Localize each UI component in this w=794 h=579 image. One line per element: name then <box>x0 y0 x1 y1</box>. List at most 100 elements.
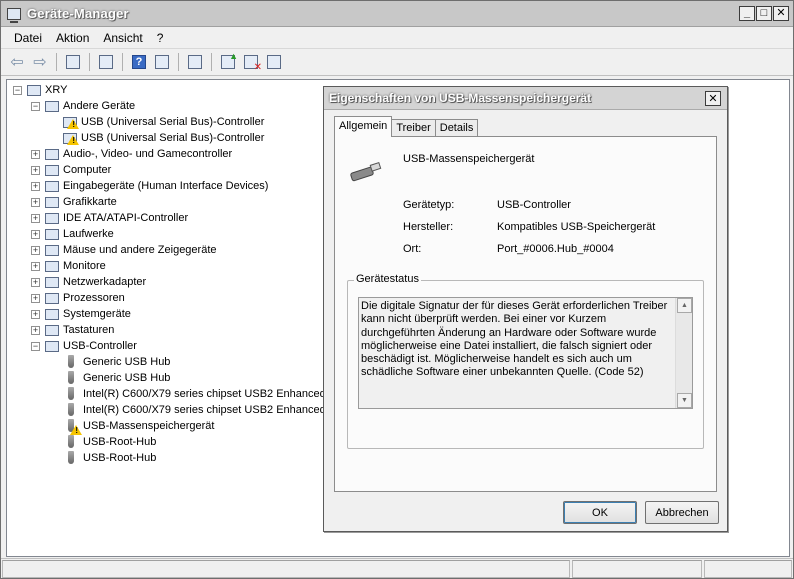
tree-node-label: XRY <box>45 84 68 96</box>
usb-plug-icon <box>63 451 79 465</box>
computer-icon <box>45 165 59 176</box>
status-panel <box>704 560 792 578</box>
expand-toggle[interactable]: + <box>31 261 40 271</box>
tab-details[interactable]: Details <box>434 119 479 137</box>
expand-toggle[interactable]: + <box>31 149 40 159</box>
ide-controller-icon <box>45 213 59 224</box>
usb-plug-icon <box>63 403 79 417</box>
uninstall-device-button[interactable] <box>241 52 262 73</box>
maximize-button[interactable]: □ <box>756 6 772 21</box>
device-name: USB-Massenspeichergerät <box>403 153 535 165</box>
tree-node-label: USB (Universal Serial Bus)-Controller <box>81 116 265 128</box>
menu-help[interactable]: ? <box>150 31 171 45</box>
collapse-toggle[interactable]: − <box>13 85 22 95</box>
device-status-text: Die digitale Signatur der für dieses Ger… <box>361 300 668 379</box>
dialog-title-bar[interactable]: Eigenschaften von USB-Massenspeichergerä… <box>324 87 727 110</box>
scroll-down-button[interactable]: ▼ <box>677 393 692 408</box>
other-devices-icon <box>45 101 59 112</box>
menu-ansicht[interactable]: Ansicht <box>96 31 149 45</box>
location-value: Port_#0006.Hub_#0004 <box>497 243 614 255</box>
computer-icon <box>27 85 41 96</box>
expand-toggle[interactable]: + <box>31 165 40 175</box>
properties-dialog: Eigenschaften von USB-Massenspeichergerä… <box>323 86 728 532</box>
close-button[interactable]: ✕ <box>773 6 789 21</box>
tree-node-label: Laufwerke <box>63 228 114 240</box>
action-pane-button[interactable] <box>152 52 172 72</box>
audio-icon <box>45 149 59 160</box>
tree-node-label: Mäuse und andere Zeigegeräte <box>63 244 217 256</box>
general-tab-page: USB-Massenspeichergerät Gerätetyp: USB-C… <box>334 136 717 492</box>
dialog-close-button[interactable]: ✕ <box>705 90 721 106</box>
properties-icon <box>99 55 113 69</box>
expand-toggle[interactable]: + <box>31 293 40 303</box>
tree-node-label: IDE ATA/ATAPI-Controller <box>63 212 189 224</box>
update-driver-button[interactable] <box>218 51 238 72</box>
menu-aktion[interactable]: Aktion <box>49 31 96 45</box>
usb-plug-icon <box>63 355 79 369</box>
usb-plug-icon <box>63 371 79 385</box>
back-button[interactable]: ⇦ <box>7 52 27 72</box>
menu-datei[interactable]: Datei <box>7 31 49 45</box>
tree-node-label: Andere Geräte <box>63 100 136 112</box>
hid-icon <box>45 181 59 192</box>
expand-toggle[interactable]: + <box>31 229 40 239</box>
scan-hardware-button[interactable] <box>185 52 205 72</box>
location-label: Ort: <box>403 243 422 255</box>
keyboard-icon <box>45 325 59 336</box>
tree-node-label: Computer <box>63 164 112 176</box>
device-manager-icon <box>7 7 21 23</box>
manufacturer-label: Hersteller: <box>403 221 454 233</box>
usb-controller-icon <box>45 341 59 352</box>
device-type-value: USB-Controller <box>497 199 571 211</box>
expand-toggle[interactable]: + <box>31 245 40 255</box>
toolbar-separator <box>56 53 57 71</box>
ok-button[interactable]: OK <box>563 501 637 524</box>
expand-toggle[interactable]: + <box>31 213 40 223</box>
status-panel <box>572 560 702 578</box>
status-scrollbar[interactable]: ▲ ▼ <box>675 298 692 408</box>
update-driver-icon <box>221 51 238 69</box>
scan-hardware-icon <box>188 55 202 69</box>
expand-toggle[interactable]: + <box>31 277 40 287</box>
usb-plug-warning-icon: ! <box>63 419 82 435</box>
network-adapter-icon <box>45 277 59 288</box>
dialog-tabs: Allgemein Treiber Details <box>334 116 479 137</box>
tree-node-label: USB-Root-Hub <box>83 436 157 448</box>
device-status-label: Gerätestatus <box>354 273 421 285</box>
tree-node-label: Generic USB Hub <box>83 356 171 368</box>
title-bar[interactable]: Geräte-Manager _ □ ✕ <box>1 1 793 27</box>
help-icon: ? <box>132 55 146 69</box>
disable-device-button[interactable] <box>264 52 284 72</box>
tab-treiber[interactable]: Treiber <box>391 119 436 137</box>
expand-toggle[interactable]: + <box>31 181 40 191</box>
tree-node-label: Netzwerkadapter <box>63 276 147 288</box>
cancel-button[interactable]: Abbrechen <box>645 501 719 524</box>
usb-warning-icon: ! <box>63 117 79 129</box>
device-status-textbox[interactable]: Die digitale Signatur der für dieses Ger… <box>358 297 693 409</box>
toolbar: ⇦ ⇨ ? <box>1 49 793 76</box>
tab-allgemein[interactable]: Allgemein <box>334 116 393 137</box>
window-title: Geräte-Manager <box>27 6 129 21</box>
usb-plug-icon <box>63 387 79 401</box>
show-hide-console-tree-button[interactable] <box>63 52 83 72</box>
console-tree-icon <box>66 55 80 69</box>
expand-toggle[interactable]: + <box>31 197 40 207</box>
properties-button[interactable] <box>96 52 116 72</box>
scroll-up-button[interactable]: ▲ <box>677 298 692 313</box>
tree-node-label: Prozessoren <box>63 292 125 304</box>
collapse-toggle[interactable]: − <box>31 341 40 351</box>
help-button[interactable]: ? <box>129 52 149 72</box>
tree-node-label: USB (Universal Serial Bus)-Controller <box>81 132 265 144</box>
expand-toggle[interactable]: + <box>31 325 40 335</box>
expand-toggle[interactable]: + <box>31 309 40 319</box>
minimize-button[interactable]: _ <box>739 6 755 21</box>
toolbar-separator <box>211 53 212 71</box>
uninstall-device-icon <box>244 55 262 73</box>
forward-button[interactable]: ⇨ <box>30 52 50 72</box>
device-type-label: Gerätetyp: <box>403 199 455 211</box>
usb-plug-icon <box>63 435 79 449</box>
collapse-toggle[interactable]: − <box>31 101 40 111</box>
back-arrow-icon: ⇦ <box>10 54 24 71</box>
tree-node-label: USB-Massenspeichergerät <box>83 420 215 432</box>
window-controls: _ □ ✕ <box>739 6 789 21</box>
